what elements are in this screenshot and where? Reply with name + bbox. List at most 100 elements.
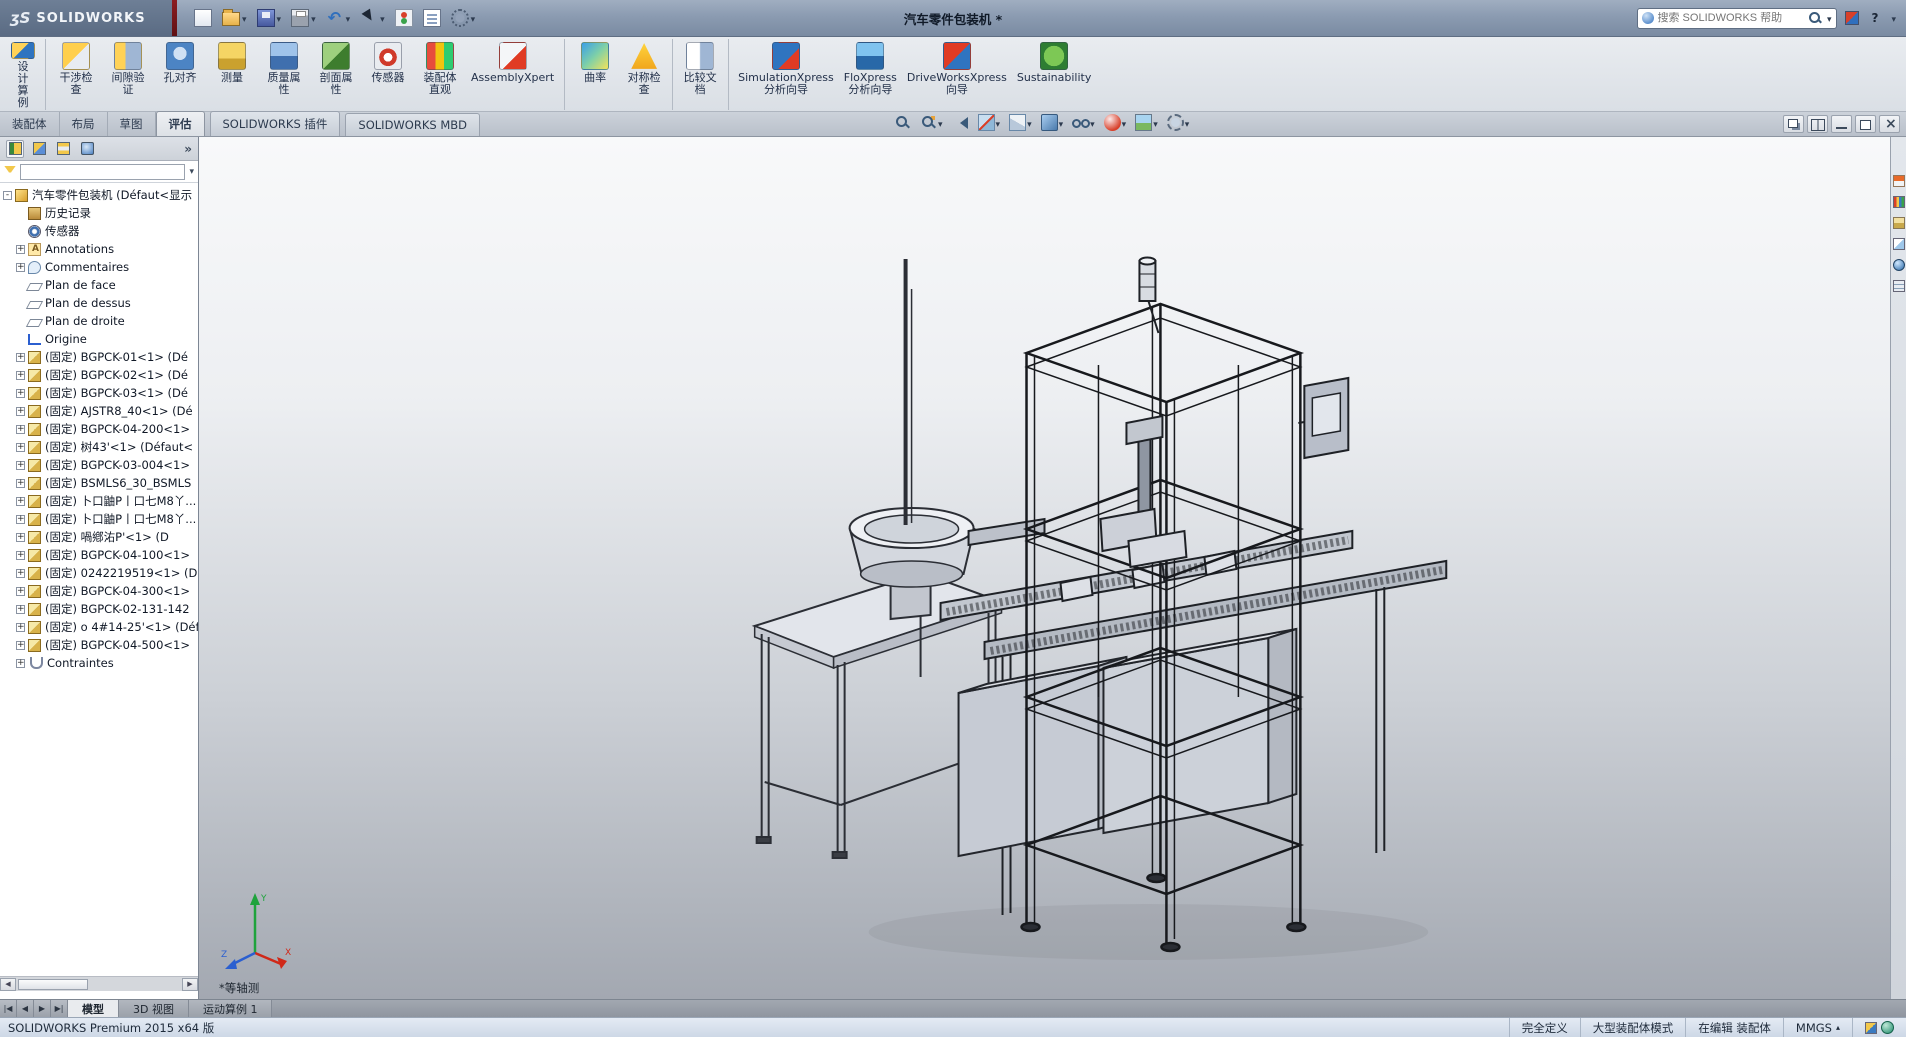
ribbon-tool[interactable]: Sustainability: [1012, 39, 1096, 110]
panel-horizontal-scrollbar[interactable]: ◀ ▶: [0, 976, 198, 991]
window-control-button[interactable]: [1855, 115, 1876, 133]
ribbon-tool[interactable]: 曲率: [569, 39, 621, 110]
command-tab[interactable]: 装配体: [0, 112, 60, 136]
tree-expander[interactable]: +: [16, 406, 25, 416]
panel-overflow-button[interactable]: »: [184, 142, 192, 156]
view-tool-button[interactable]: [1135, 114, 1158, 131]
chevron-down-icon[interactable]: [1153, 116, 1158, 130]
tree-expander[interactable]: +: [16, 352, 25, 362]
chevron-down-icon[interactable]: [471, 11, 476, 25]
tree-item[interactable]: + (固定) BGPCK-01<1> (Dé: [0, 348, 198, 366]
tree-item[interactable]: + (固定) BSMLS6_30_BSMLS: [0, 474, 198, 492]
tree-item[interactable]: + (固定) o 4#14-25'<1> (Déf: [0, 618, 198, 636]
panel-tab[interactable]: [30, 140, 48, 158]
panel-tab[interactable]: [54, 140, 72, 158]
tree-item[interactable]: 历史记录: [0, 204, 198, 222]
status-badge-icon[interactable]: [1881, 1021, 1894, 1034]
view-tool-button[interactable]: [952, 114, 969, 131]
ribbon-tool[interactable]: 对称检 查: [621, 39, 674, 110]
tree-item[interactable]: + (固定) BGPCK-02-131-142: [0, 600, 198, 618]
tree-item[interactable]: + Commentaires: [0, 258, 198, 276]
ribbon-tool[interactable]: 干涉检 查: [50, 39, 102, 110]
tree-item[interactable]: Origine: [0, 330, 198, 348]
chevron-down-icon[interactable]: [277, 11, 282, 25]
command-tab[interactable]: 评估: [155, 111, 205, 136]
tab-nav-next-icon[interactable]: ▶: [34, 1000, 51, 1017]
tree-expander[interactable]: +: [16, 604, 25, 614]
tree-item[interactable]: + (固定) AJSTR8_40<1> (Dé: [0, 402, 198, 420]
window-control-button[interactable]: [1783, 115, 1804, 133]
quick-tool-button[interactable]: [392, 7, 416, 29]
tree-item[interactable]: Plan de droite: [0, 312, 198, 330]
ribbon-tool[interactable]: 测量: [206, 39, 258, 110]
command-tab[interactable]: SOLIDWORKS MBD: [345, 113, 481, 136]
tree-item[interactable]: + (固定) 0242219519<1> (D: [0, 564, 198, 582]
search-icon[interactable]: [1808, 11, 1823, 26]
scroll-right-arrow-icon[interactable]: ▶: [182, 977, 198, 991]
ribbon-tool[interactable]: AssemblyXpert: [466, 39, 566, 110]
tab-nav-prev-icon[interactable]: ◀: [17, 1000, 34, 1017]
tree-expander[interactable]: +: [16, 424, 25, 434]
quick-tool-button[interactable]: [219, 8, 250, 28]
tree-expander[interactable]: +: [16, 442, 25, 452]
chevron-down-icon[interactable]: ▾: [189, 167, 194, 177]
view-tool-button[interactable]: [920, 114, 943, 131]
chevron-down-icon[interactable]: [380, 11, 385, 25]
view-tool-button[interactable]: [1103, 114, 1127, 131]
ribbon-tool[interactable]: FloXpress 分析向导: [839, 39, 902, 110]
view-tool-button[interactable]: [977, 114, 1001, 131]
ribbon-tool[interactable]: 设计算例: [6, 39, 46, 110]
model-tab[interactable]: 模型: [68, 1000, 119, 1017]
tree-item[interactable]: + (固定) BGPCK-04-500<1>: [0, 636, 198, 654]
window-control-button[interactable]: [1879, 115, 1900, 133]
ribbon-tool[interactable]: DriveWorksXpress 向导: [902, 39, 1012, 110]
model-tab[interactable]: 运动算例 1: [188, 1000, 273, 1017]
tree-item[interactable]: + (固定) 卜口鼬P丨口七M8丫...: [0, 492, 198, 510]
task-pane-icon[interactable]: [1892, 259, 1905, 271]
tree-expander[interactable]: +: [16, 622, 25, 632]
tree-expander[interactable]: +: [16, 514, 25, 524]
filter-funnel-icon[interactable]: [4, 165, 16, 178]
tree-expander[interactable]: +: [16, 496, 25, 506]
quick-tool-button[interactable]: [254, 7, 285, 29]
task-pane-icon[interactable]: [1892, 238, 1905, 250]
tab-nav-first-icon[interactable]: |◀: [0, 1000, 17, 1017]
tree-item[interactable]: + (固定) BGPCK-03-004<1>: [0, 456, 198, 474]
scrollbar-thumb[interactable]: [18, 978, 88, 990]
chevron-down-icon[interactable]: [242, 11, 247, 25]
view-tool-button[interactable]: [1009, 114, 1032, 131]
solidworks-resources-icon[interactable]: [1844, 11, 1859, 25]
chevron-down-icon[interactable]: [1059, 116, 1064, 130]
window-control-button[interactable]: [1807, 115, 1828, 133]
chevron-down-icon[interactable]: [1122, 116, 1127, 130]
search-input[interactable]: [1657, 12, 1804, 24]
tree-expander[interactable]: +: [16, 586, 25, 596]
tree-item[interactable]: + Annotations: [0, 240, 198, 258]
tree-item[interactable]: + (固定) 卜口鼬P丨口七M8丫...: [0, 510, 198, 528]
quick-tool-button[interactable]: [420, 7, 444, 29]
tree-expander[interactable]: +: [16, 262, 25, 272]
ribbon-tool[interactable]: SimulationXpress 分析向导: [733, 39, 839, 110]
ribbon-tool[interactable]: 装配体 直观: [414, 39, 466, 110]
tree-expander[interactable]: +: [16, 640, 25, 650]
tree-item[interactable]: + (固定) BGPCK-04-100<1>: [0, 546, 198, 564]
tree-item[interactable]: + (固定) BGPCK-04-200<1>: [0, 420, 198, 438]
search-options-chevron-icon[interactable]: [1827, 11, 1832, 25]
model-tab[interactable]: 3D 视图: [119, 1000, 189, 1017]
custom-properties-tag-icon[interactable]: [1865, 1021, 1877, 1034]
chevron-down-icon[interactable]: [311, 11, 316, 25]
chevron-down-icon[interactable]: [346, 11, 351, 25]
tree-expander[interactable]: +: [16, 550, 25, 560]
assembly-3d-model[interactable]: [199, 137, 1890, 999]
command-tab[interactable]: 布局: [60, 112, 108, 136]
task-pane-icon[interactable]: [1892, 217, 1905, 229]
ribbon-tool[interactable]: 比较文 档: [677, 39, 730, 110]
tree-item[interactable]: Plan de face: [0, 276, 198, 294]
scroll-left-arrow-icon[interactable]: ◀: [0, 977, 16, 991]
tree-item[interactable]: Plan de dessus: [0, 294, 198, 312]
tab-nav-last-icon[interactable]: ▶|: [51, 1000, 68, 1017]
help-button[interactable]: ?: [1867, 10, 1884, 26]
search-box[interactable]: [1636, 7, 1837, 29]
view-tool-button[interactable]: [1072, 114, 1095, 131]
ribbon-tool[interactable]: 传感器: [362, 39, 414, 110]
